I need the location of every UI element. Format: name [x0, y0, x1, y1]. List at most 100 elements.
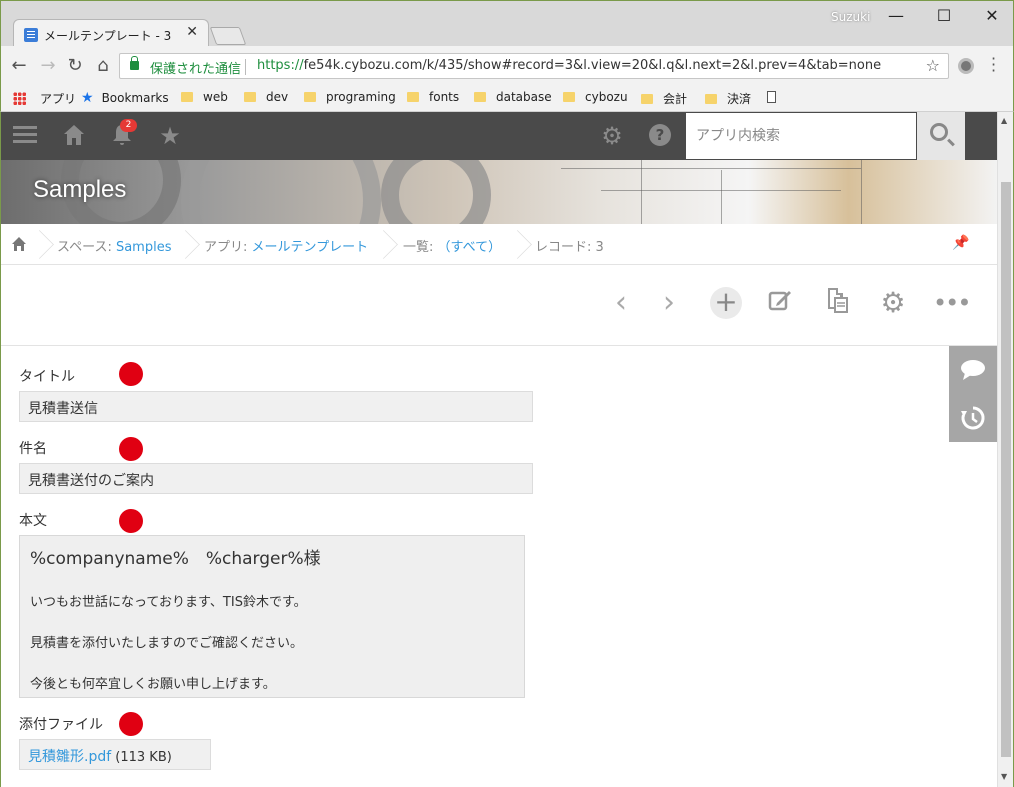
- record-settings-gear-icon[interactable]: ⚙: [877, 287, 909, 319]
- bookmark-bookmarks[interactable]: ★ Bookmarks: [81, 90, 169, 106]
- add-record-button[interactable]: +: [710, 287, 742, 319]
- global-header: 2 ★ ⚙ ?: [1, 112, 997, 160]
- breadcrumb-space[interactable]: スペース: Samples: [57, 236, 171, 255]
- field-value-subject: 見積書送付のご案内: [19, 463, 533, 494]
- breadcrumb-list-link[interactable]: （すべて）: [438, 240, 502, 255]
- star-icon: ★: [81, 90, 94, 106]
- folder-icon: [407, 92, 419, 102]
- field-label-title: タイトル: [19, 369, 75, 385]
- required-marker-icon: [119, 437, 143, 461]
- breadcrumb-app-link[interactable]: メールテンプレート: [252, 240, 369, 255]
- kintone-app: 2 ★ ⚙ ? Samples スペース: Samples アプリ: メールテン…: [0, 112, 997, 787]
- bookmark-label: dev: [266, 90, 289, 104]
- folder-icon: [641, 94, 653, 104]
- blueprint-line: [721, 170, 722, 224]
- url-protocol: https://: [257, 58, 304, 73]
- bookmark-apps[interactable]: アプリ: [40, 90, 76, 107]
- scroll-thumb[interactable]: [1001, 182, 1011, 757]
- field-label-subject: 件名: [19, 441, 47, 457]
- search-icon: [930, 123, 948, 141]
- browser-titlebar: メールテンプレート - 3 - レコー ✕ Suzuki — ☐ ✕: [0, 0, 1014, 49]
- folder-icon: [705, 94, 717, 104]
- breadcrumb-list[interactable]: 一覧: （すべて）: [403, 236, 501, 255]
- close-window-button[interactable]: ✕: [977, 5, 1007, 27]
- blueprint-line: [641, 160, 642, 224]
- new-tab-button[interactable]: [209, 27, 247, 45]
- field-label-body: 本文: [19, 513, 47, 529]
- bookmark-accounting[interactable]: 会計: [641, 90, 687, 107]
- url-path: fe54k.cybozu.com/k/435/show#record=3&l.v…: [303, 58, 882, 73]
- breadcrumb-separator: [509, 224, 523, 265]
- folder-icon: [244, 92, 256, 102]
- settings-gear-icon[interactable]: ⚙: [599, 123, 625, 149]
- tab-title: メールテンプレート - 3 - レコー: [44, 29, 174, 43]
- record-detail: タイトル 見積書送信 件名 見積書送付のご案内 本文 %companyname%…: [1, 346, 949, 787]
- help-icon[interactable]: ?: [647, 123, 673, 149]
- portal-home-icon[interactable]: [61, 123, 87, 149]
- folder-icon: [181, 92, 193, 102]
- page-scrollbar[interactable]: ▲ ▼: [997, 112, 1014, 787]
- scroll-down-icon[interactable]: ▼: [1001, 772, 1007, 781]
- url-text[interactable]: https://fe54k.cybozu.com/k/435/show#reco…: [257, 58, 881, 73]
- favorites-star-icon[interactable]: ★: [157, 123, 183, 149]
- previous-record-icon[interactable]: ‹: [605, 287, 637, 319]
- address-bar[interactable]: 保護された通信 https://fe54k.cybozu.com/k/435/s…: [119, 53, 949, 79]
- app-search-input[interactable]: [686, 113, 916, 159]
- bookmark-label: 会計: [663, 92, 688, 106]
- search-button[interactable]: [917, 112, 965, 160]
- bookmark-page[interactable]: [767, 90, 776, 104]
- side-panel: [949, 346, 997, 442]
- duplicate-record-icon[interactable]: [821, 287, 853, 319]
- history-icon[interactable]: [949, 394, 997, 442]
- pin-icon[interactable]: 📌: [952, 235, 969, 251]
- forward-arrow-icon[interactable]: →: [38, 56, 58, 76]
- field-label-attachment: 添付ファイル: [19, 717, 103, 733]
- body-line: 見積書を添付いたしますのでご確認ください。: [30, 636, 304, 651]
- tab-close-icon[interactable]: ✕: [186, 24, 198, 40]
- breadcrumb-app-prefix: アプリ:: [204, 240, 252, 255]
- profile-name[interactable]: Suzuki: [831, 10, 870, 24]
- bookmark-web[interactable]: web: [181, 90, 228, 104]
- scroll-up-icon[interactable]: ▲: [1001, 116, 1007, 125]
- url-divider: [245, 59, 246, 75]
- bookmark-label: programing: [326, 90, 396, 104]
- field-value-body: %companyname% %charger%様 いつもお世話になっております、…: [19, 535, 525, 698]
- bookmark-fonts[interactable]: fonts: [407, 90, 459, 104]
- extension-icon[interactable]: [958, 58, 974, 74]
- bookmark-star-icon[interactable]: ☆: [926, 56, 940, 75]
- breadcrumb: スペース: Samples アプリ: メールテンプレート 一覧: （すべて） レ…: [1, 224, 997, 265]
- apps-grid-icon[interactable]: [13, 92, 26, 105]
- blueprint-line: [561, 168, 861, 169]
- more-options-icon[interactable]: •••: [933, 287, 971, 319]
- bookmark-cybozu[interactable]: cybozu: [563, 90, 628, 104]
- bookmark-dev[interactable]: dev: [244, 90, 288, 104]
- kintone-favicon-icon: [24, 28, 38, 42]
- minimize-button[interactable]: —: [881, 5, 911, 27]
- home-icon[interactable]: ⌂: [93, 56, 113, 76]
- back-arrow-icon[interactable]: ←: [9, 56, 29, 76]
- folder-icon: [563, 92, 575, 102]
- page-icon: [767, 91, 776, 103]
- bookmark-database[interactable]: database: [474, 90, 552, 104]
- comments-icon[interactable]: [949, 346, 997, 394]
- body-line: %companyname% %charger%様: [30, 549, 321, 569]
- breadcrumb-list-prefix: 一覧:: [403, 240, 438, 255]
- notification-badge: 2: [120, 119, 137, 132]
- breadcrumb-space-link[interactable]: Samples: [116, 240, 172, 255]
- attachment-link[interactable]: 見積雛形.pdf: [28, 749, 111, 765]
- breadcrumb-separator: [375, 224, 389, 265]
- bookmark-payment[interactable]: 決済: [705, 90, 751, 107]
- menu-icon[interactable]: [13, 123, 39, 149]
- breadcrumb-app[interactable]: アプリ: メールテンプレート: [204, 236, 368, 255]
- app-search-box: [685, 112, 917, 160]
- maximize-button[interactable]: ☐: [929, 5, 959, 27]
- chrome-menu-icon[interactable]: · · ·: [991, 51, 997, 79]
- breadcrumb-separator: [31, 224, 45, 265]
- edit-record-icon[interactable]: [764, 287, 796, 319]
- browser-tab[interactable]: メールテンプレート - 3 - レコー ✕: [13, 19, 209, 49]
- breadcrumb-separator: [177, 224, 191, 265]
- bookmark-programing[interactable]: programing: [304, 90, 396, 104]
- reload-icon[interactable]: ↻: [65, 56, 85, 76]
- next-record-icon[interactable]: ›: [653, 287, 685, 319]
- required-marker-icon: [119, 509, 143, 533]
